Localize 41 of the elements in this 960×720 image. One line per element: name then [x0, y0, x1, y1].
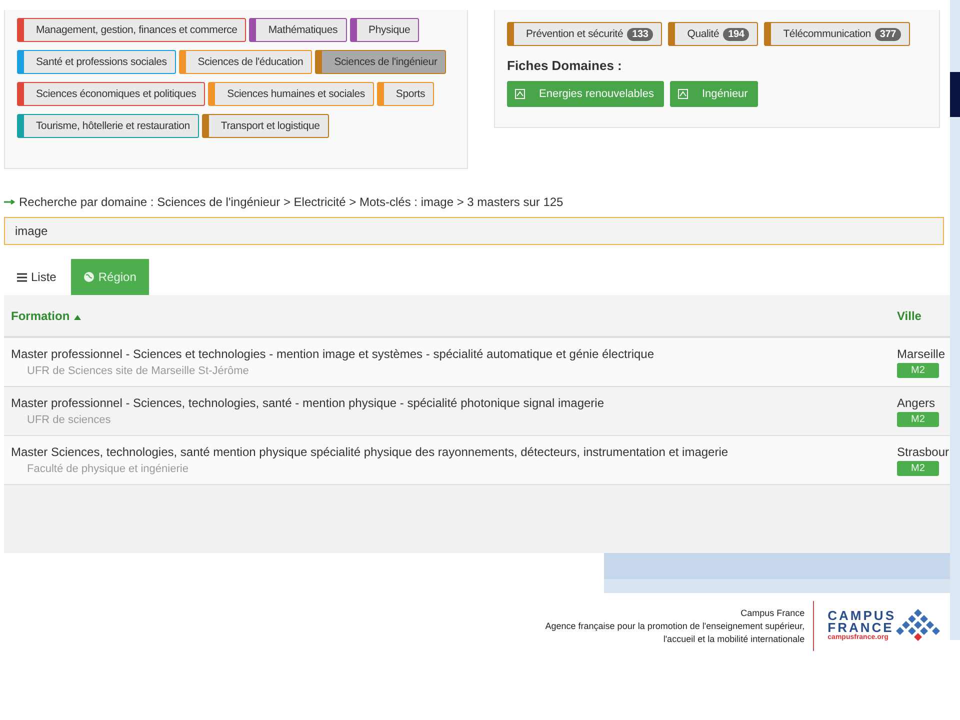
- domain-tag[interactable]: Santé et professions sociales: [17, 50, 176, 74]
- breadcrumb: Recherche par domaine : Sciences de l'ingénieur > Electricité > Mots-clés : image > 3 masters sur 125: [19, 195, 564, 209]
- domain-tag[interactable]: Mathématiques: [249, 18, 347, 42]
- domain-tag[interactable]: Management, gestion, finances et commerce: [17, 18, 246, 42]
- domain-tag[interactable]: Sciences de l'ingénieur: [315, 50, 446, 74]
- formation-title[interactable]: Master Sciences, technologies, santé mention physique spécialité physique des rayonnements, détecteurs, instrumentation et imagerie: [11, 445, 897, 459]
- degree-badge: M2: [897, 412, 939, 427]
- column-header[interactable]: Ville: [897, 308, 950, 322]
- footer-text: Campus France: [740, 606, 805, 620]
- arrow-icon: [4, 199, 15, 205]
- institution-name: UFR de Sciences site de Marseille St-Jérôme: [26, 365, 250, 377]
- degree-badge: M2: [897, 461, 939, 476]
- institution-name: Faculté de physique et ingénierie: [26, 463, 190, 475]
- list-icon: [17, 272, 27, 282]
- domain-tag[interactable]: Sciences économiques et politiques: [17, 82, 206, 106]
- footer-text: l'accueil et la mobilité internationale: [663, 632, 805, 646]
- city-name: Angers: [897, 396, 936, 410]
- domain-tag[interactable]: Tourisme, hôtellerie et restauration: [17, 114, 199, 138]
- domain-tag[interactable]: Sciences de l'éducation: [178, 50, 312, 74]
- search-field[interactable]: image: [4, 217, 944, 245]
- keyword-tag[interactable]: Qualité 194: [668, 22, 758, 46]
- document-icon: [678, 89, 688, 99]
- column-header[interactable]: Formation: [4, 308, 897, 322]
- globe-icon: [84, 272, 94, 282]
- domain-tag[interactable]: Sciences humaines et sociales: [208, 82, 374, 106]
- diamond-pattern-icon: [896, 609, 940, 643]
- keyword-tag[interactable]: Télécommunication 377: [764, 22, 910, 46]
- document-icon: [515, 89, 525, 99]
- city-name: Marseille: [897, 347, 946, 361]
- side-block: [950, 72, 960, 117]
- domain-tag[interactable]: Sports: [376, 82, 434, 106]
- formation-title[interactable]: Master professionnel - Sciences, technologies, santé - mention physique - spécialité photonique signal imagerie: [11, 396, 897, 410]
- degree-badge: M2: [897, 363, 939, 378]
- city-name: Strasbour: [897, 445, 950, 459]
- domain-tag[interactable]: Transport et logistique: [202, 114, 329, 138]
- formation-title[interactable]: Master professionnel - Sciences et technologies - mention image et systèmes - spécialité automatique et génie électrique: [11, 347, 897, 361]
- institution-name: UFR de sciences: [26, 414, 112, 426]
- section-title: Fiches Domaines :: [507, 58, 623, 73]
- keyword-tag[interactable]: Prévention et sécurité 133: [507, 22, 662, 46]
- footer-text: Agence française pour la promotion de l'enseignement supérieur,: [545, 620, 805, 632]
- domain-tag[interactable]: Physique: [350, 18, 420, 42]
